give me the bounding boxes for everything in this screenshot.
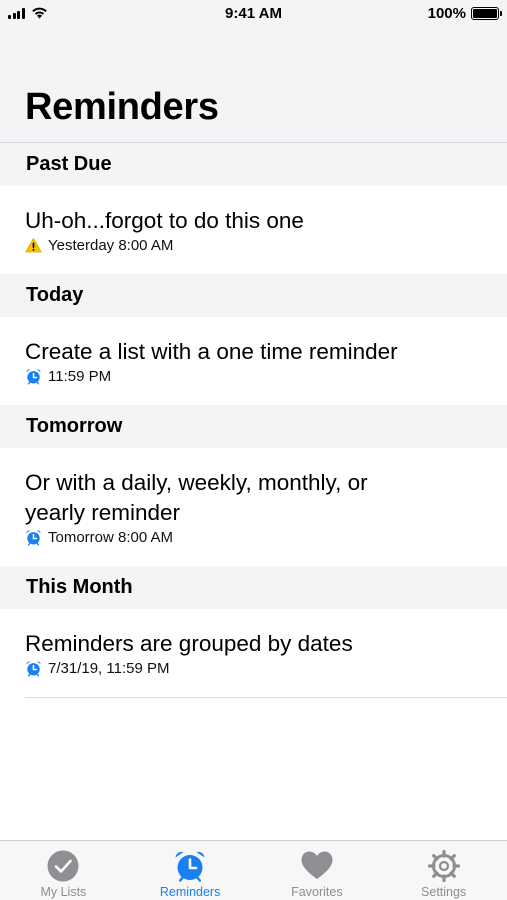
alarm-clock-icon: [26, 369, 41, 385]
section-header-tomorrow: Tomorrow: [0, 405, 507, 448]
page-title: Reminders: [25, 86, 219, 128]
list-item[interactable]: Create a list with a one time reminder 1…: [0, 317, 507, 405]
alarm-clock-icon: [26, 530, 41, 546]
tab-reminders[interactable]: Reminders: [127, 841, 254, 900]
warning-icon: [25, 238, 42, 253]
tab-favorites[interactable]: Favorites: [254, 841, 381, 900]
tab-settings[interactable]: Settings: [380, 841, 507, 900]
list-divider: [25, 697, 507, 698]
reminder-due-text: Yesterday 8:00 AM: [48, 237, 174, 254]
reminder-due-text: Tomorrow 8:00 AM: [48, 529, 174, 546]
reminder-due-text: 11:59 PM: [48, 368, 112, 385]
list-item[interactable]: Uh-oh...forgot to do this one Yesterday …: [0, 186, 507, 274]
tab-label: Reminders: [159, 885, 221, 899]
battery-percent: 100%: [427, 5, 466, 22]
reminder-title: Reminders are grouped by dates: [25, 631, 353, 656]
list-item[interactable]: Reminders are grouped by dates 7/31/19, …: [0, 609, 507, 697]
reminder-title: Create a list with a one time reminder: [25, 339, 398, 364]
reminders-list[interactable]: Past Due Uh-oh...forgot to do this one Y…: [0, 143, 507, 698]
tab-label: Settings: [421, 885, 467, 899]
tab-label: Favorites: [291, 885, 343, 899]
status-right: 100%: [427, 5, 502, 22]
alarm-clock-icon: [26, 661, 41, 677]
gear-icon: [427, 849, 460, 883]
reminder-due: 7/31/19, 11:59 PM: [25, 660, 487, 677]
section-header-past-due: Past Due: [0, 143, 507, 186]
battery-icon: [471, 7, 502, 20]
reminder-due: Tomorrow 8:00 AM: [25, 529, 487, 546]
reminder-title: Or with a daily, weekly, monthly, or yea…: [25, 470, 368, 525]
section-header-this-month: This Month: [0, 566, 507, 609]
checkmark-circle-icon: [47, 850, 79, 882]
section-header-today: Today: [0, 274, 507, 317]
reminder-due: Yesterday 8:00 AM: [25, 237, 487, 254]
tab-my-lists[interactable]: My Lists: [0, 841, 127, 900]
heart-icon: [301, 851, 333, 879]
reminder-due: 11:59 PM: [25, 368, 487, 385]
alarm-clock-icon: [175, 851, 205, 882]
reminder-due-text: 7/31/19, 11:59 PM: [48, 660, 170, 677]
battery-fill: [473, 9, 497, 18]
tab-label: My Lists: [40, 885, 87, 899]
navigation-header: Reminders: [0, 28, 507, 143]
status-bar: 9:41 AM 100%: [0, 0, 507, 28]
reminder-title: Uh-oh...forgot to do this one: [25, 208, 304, 233]
list-item[interactable]: Or with a daily, weekly, monthly, or yea…: [0, 448, 507, 566]
tab-bar: My Lists Reminders Favorites Settings: [0, 840, 507, 900]
